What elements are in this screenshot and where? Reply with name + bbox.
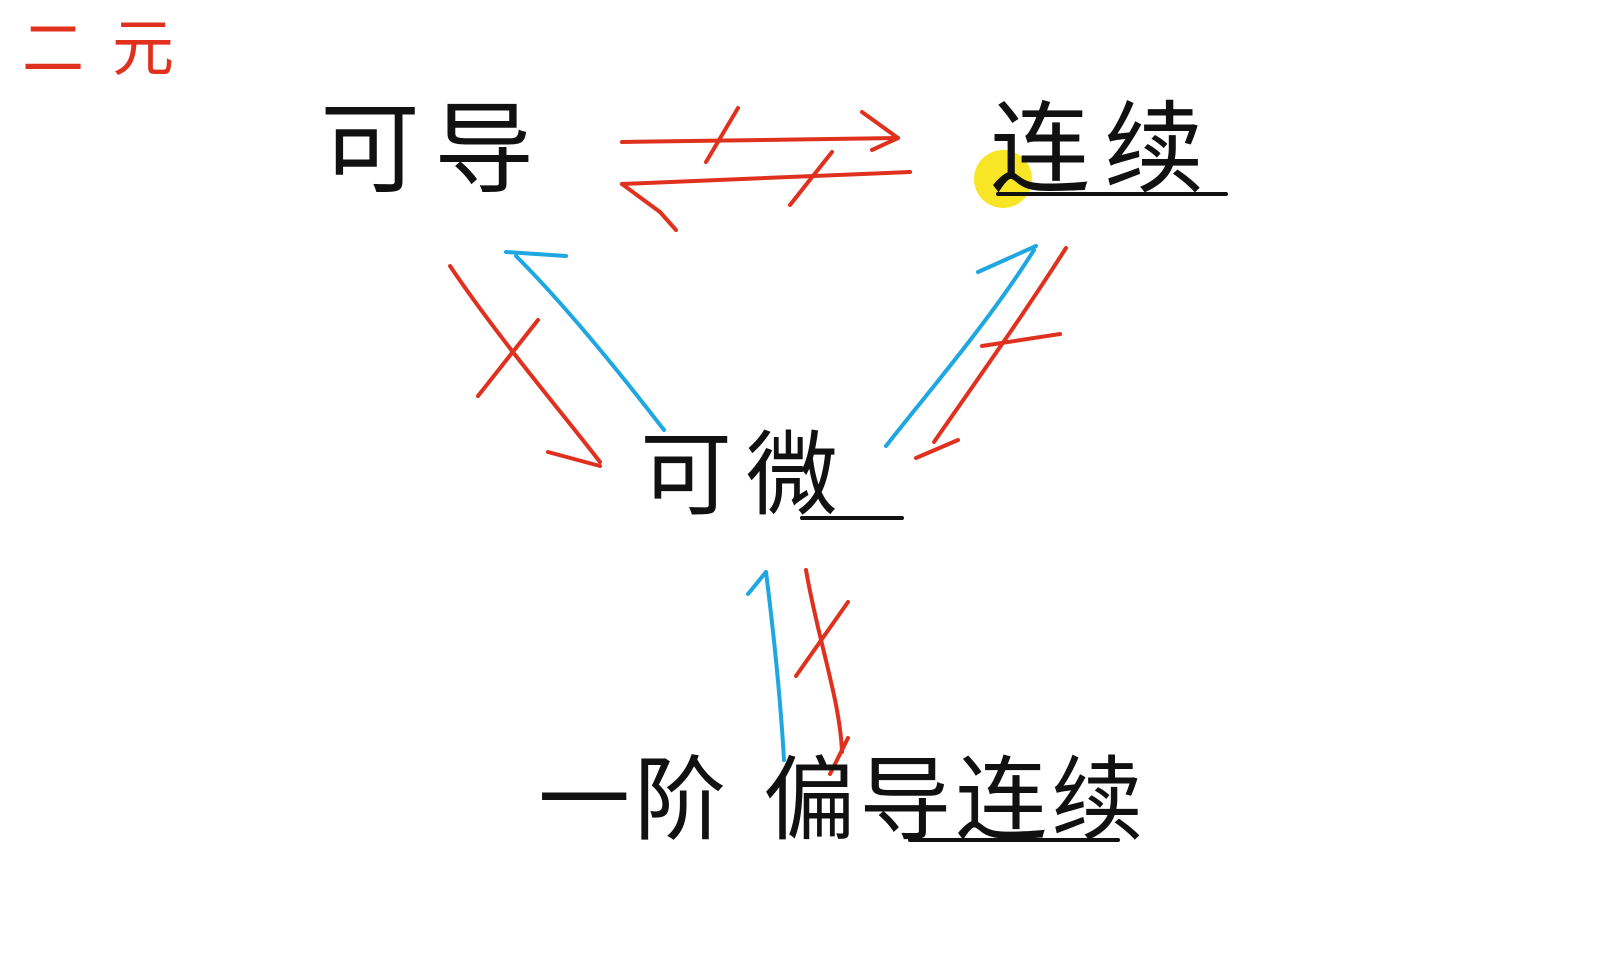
node-center: 可微 xyxy=(640,422,853,529)
arrow-center-to-bottom xyxy=(794,568,850,776)
whiteboard-canvas: 二元 可导 连续 可微 一阶 偏导连续 xyxy=(0,0,1604,973)
arrow-top-left-to-center xyxy=(448,264,602,468)
node-top-left: 可导 xyxy=(320,91,548,208)
arrow-center-to-top-left xyxy=(504,250,666,432)
node-top-right: 连续 xyxy=(990,91,1218,208)
node-top-right-underline xyxy=(996,192,1228,196)
title-label: 二元 xyxy=(22,12,203,85)
node-bottom: 一阶 偏导连续 xyxy=(538,747,1148,854)
arrow-top-left-to-top-right xyxy=(620,106,900,164)
node-bottom-underline xyxy=(908,838,1120,842)
arrow-top-right-to-top-left xyxy=(620,150,912,232)
arrow-bottom-to-center xyxy=(746,570,786,762)
arrow-center-to-top-right xyxy=(884,244,1038,448)
node-center-underline xyxy=(800,516,904,520)
arrow-top-right-to-center xyxy=(914,246,1068,460)
